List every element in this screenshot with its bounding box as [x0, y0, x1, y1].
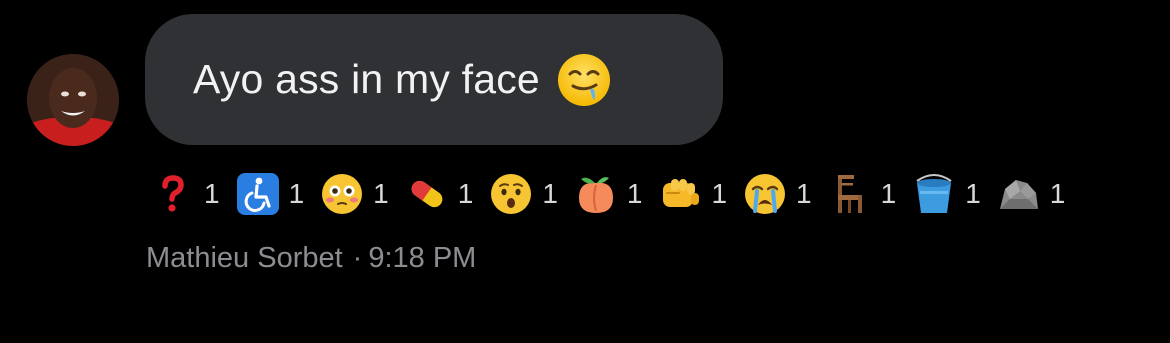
sender-name[interactable]: Mathieu Sorbet	[146, 242, 343, 274]
reaction-rock[interactable]: 1	[996, 171, 1066, 217]
message-time: 9:18 PM	[368, 242, 477, 274]
reaction-crying[interactable]: 1	[742, 171, 812, 217]
reaction-count: 1	[965, 178, 981, 209]
rock-icon	[996, 171, 1042, 217]
reaction-count: 1	[373, 178, 389, 209]
flushed-face-icon	[319, 171, 365, 217]
red-question-mark-icon	[150, 171, 196, 217]
reaction-count: 1	[1049, 178, 1066, 209]
message-bubble[interactable]: Ayo ass in my face	[145, 14, 723, 145]
hushed-face-icon	[488, 171, 534, 217]
meta-separator: ·	[352, 242, 363, 274]
pill-icon	[404, 171, 450, 217]
avatar-image	[27, 54, 119, 146]
reaction-pill[interactable]: 1	[404, 171, 474, 217]
reaction-count: 1	[626, 178, 643, 209]
reaction-hushed[interactable]: 1	[488, 171, 558, 217]
reaction-count: 1	[880, 178, 897, 209]
reaction-count: 1	[796, 178, 812, 209]
bucket-icon	[911, 171, 957, 217]
reaction-wheelchair[interactable]: 1	[235, 171, 305, 217]
wheelchair-symbol-icon	[235, 171, 281, 217]
peach-icon	[573, 171, 619, 217]
reaction-peach[interactable]: 1	[573, 171, 643, 217]
reaction-bucket[interactable]: 1	[911, 171, 981, 217]
reactions-row: 1 1 1 1 1 1 1 1 1 1 1	[150, 166, 1080, 222]
message-meta: Mathieu Sorbet · 9:18 PM	[146, 242, 476, 275]
reaction-count: 1	[457, 178, 474, 209]
reaction-count: 1	[542, 178, 558, 209]
reaction-flushed[interactable]: 1	[319, 171, 389, 217]
oncoming-fist-icon	[657, 171, 703, 217]
avatar[interactable]	[27, 54, 119, 146]
reaction-count: 1	[288, 178, 305, 209]
message-text: Ayo ass in my face	[193, 56, 540, 102]
reaction-question[interactable]: 1	[150, 171, 220, 217]
reaction-fist[interactable]: 1	[657, 171, 727, 217]
reaction-count: 1	[204, 178, 220, 209]
chair-icon	[827, 171, 873, 217]
reaction-count: 1	[711, 178, 728, 209]
drooling-face-emoji-icon	[556, 52, 612, 108]
reaction-chair[interactable]: 1	[827, 171, 897, 217]
crying-face-icon	[742, 171, 788, 217]
